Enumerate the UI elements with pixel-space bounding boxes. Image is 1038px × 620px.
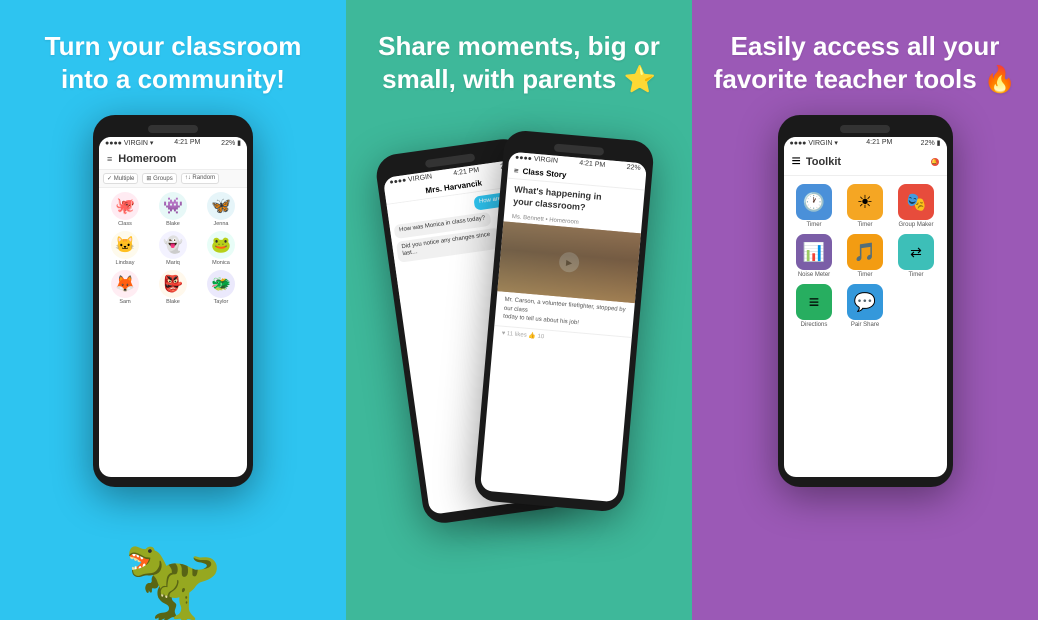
- panel1-phone-wrapper: ●●●● VIRGIN ▾ 4:21 PM 22% ▮ ≡ Homeroom ✓…: [83, 115, 263, 620]
- toolkit-header: ≡ Toolkit 🔔: [784, 149, 947, 176]
- student-monica[interactable]: 🐸 Monica: [199, 231, 243, 266]
- homeroom-title: Homeroom: [118, 153, 176, 165]
- tool-pair-share[interactable]: 💬 Pair Share: [843, 284, 888, 328]
- student-lindsay[interactable]: 🐱 Lindsay: [103, 231, 147, 266]
- toolkit-title: Toolkit: [806, 156, 841, 168]
- panel3-title: Easily access all your favorite teacher …: [714, 30, 1017, 95]
- student-name-lindsay: Lindsay: [116, 260, 135, 266]
- student-name-taylor: Taylor: [214, 299, 229, 305]
- homeroom-header: ≡ Homeroom: [99, 149, 247, 170]
- carrier: ●●●● VIRGIN ▾: [105, 139, 153, 147]
- tool-directions[interactable]: ≡ Directions: [792, 284, 837, 328]
- class-story-screen: ●●●● VIRGIN 4:21 PM 22% ≡ Class Story Wh…: [480, 152, 647, 503]
- time-p3: 4:21 PM: [866, 139, 892, 147]
- phone-notch: [148, 125, 198, 133]
- time: 4:21 PM: [174, 139, 200, 147]
- status-bar: ●●●● VIRGIN ▾ 4:21 PM 22% ▮: [99, 137, 247, 149]
- student-blake2[interactable]: 👺 Blake: [151, 270, 195, 305]
- battery-p3: 22% ▮: [921, 139, 941, 147]
- avatar-class: 🐙: [111, 192, 139, 220]
- avatar-taylor: 🐲: [207, 270, 235, 298]
- group-maker-icon: 🎭: [898, 184, 934, 220]
- avatar-lindsay: 🐱: [111, 231, 139, 259]
- avatar-blake1: 👾: [159, 192, 187, 220]
- panel1-phone: ●●●● VIRGIN ▾ 4:21 PM 22% ▮ ≡ Homeroom ✓…: [93, 115, 253, 487]
- timer2-label: Timer: [857, 222, 872, 228]
- panel1-title: Turn your classroom into a community!: [45, 30, 302, 95]
- pair-share-label: Pair Share: [851, 322, 879, 328]
- student-taylor[interactable]: 🐲 Taylor: [199, 270, 243, 305]
- timer2-icon: ☀: [847, 184, 883, 220]
- student-name-sam: Sam: [119, 299, 130, 305]
- timer4-label: Timer: [908, 272, 923, 278]
- menu-icon-front: ≡: [514, 166, 519, 175]
- post-image: ▶: [497, 222, 641, 304]
- student-grid: 🐙 Class 👾 Blake 🦋 Jenna 🐱 Lindsay: [99, 188, 247, 309]
- status-bar-p3: ●●●● VIRGIN ▾ 4:21 PM 22% ▮: [784, 137, 947, 149]
- timer3-label: Timer: [857, 272, 872, 278]
- toolkit-header-left: ≡ Toolkit: [792, 153, 842, 171]
- toolkit-screen: ●●●● VIRGIN ▾ 4:21 PM 22% ▮ ≡ Toolkit 🔔 …: [784, 137, 947, 477]
- avatar-blake2: 👺: [159, 270, 187, 298]
- tool-timer3[interactable]: 🎵 Timer: [843, 234, 888, 278]
- student-name-jenna: Jenna: [214, 221, 229, 227]
- student-blake1[interactable]: 👾 Blake: [151, 192, 195, 227]
- class-story-title: Class Story: [522, 167, 567, 180]
- group-maker-label: Group Maker: [898, 222, 933, 228]
- tool-timer4[interactable]: ⇄ Timer: [894, 234, 939, 278]
- student-name-mariq: Mariq: [166, 260, 180, 266]
- filter-bar: ✓ Multiple ⊞ Groups ↑↓ Random: [99, 170, 247, 188]
- directions-icon: ≡: [796, 284, 832, 320]
- phone-notch-front: [554, 143, 605, 155]
- filter-random[interactable]: ↑↓ Random: [181, 173, 219, 184]
- notification-dot: 🔔: [931, 158, 939, 166]
- directions-label: Directions: [801, 322, 828, 328]
- avatar-monica: 🐸: [207, 231, 235, 259]
- menu-icon: ≡: [107, 154, 112, 164]
- panel1-screen: ●●●● VIRGIN ▾ 4:21 PM 22% ▮ ≡ Homeroom ✓…: [99, 137, 247, 477]
- student-sam[interactable]: 🦊 Sam: [103, 270, 147, 305]
- student-jenna[interactable]: 🦋 Jenna: [199, 192, 243, 227]
- panel3-phone: ●●●● VIRGIN ▾ 4:21 PM 22% ▮ ≡ Toolkit 🔔 …: [778, 115, 953, 487]
- filter-groups[interactable]: ⊞ Groups: [142, 173, 176, 184]
- tool-timer1[interactable]: 🕐 Timer: [792, 184, 837, 228]
- panel2-title: Share moments, big or small, with parent…: [378, 30, 660, 95]
- time-front: 4:21 PM: [579, 160, 606, 169]
- filter-multiple[interactable]: ✓ Multiple: [103, 173, 138, 184]
- avatar-sam: 🦊: [111, 270, 139, 298]
- timer4-icon: ⇄: [898, 234, 934, 270]
- timer3-icon: 🎵: [847, 234, 883, 270]
- panel-toolkit: Easily access all your favorite teacher …: [692, 0, 1038, 620]
- battery: 22% ▮: [221, 139, 241, 147]
- student-name-blake1: Blake: [166, 221, 180, 227]
- tool-noise-meter[interactable]: 📊 Noise Meter: [792, 234, 837, 278]
- student-class[interactable]: 🐙 Class: [103, 192, 147, 227]
- panel2-phone-stack: ●●●● VIRGIN 4:21 PM 22% Mrs. Harvancik H…: [409, 115, 629, 515]
- avatar-mariq: 👻: [159, 231, 187, 259]
- noise-meter-label: Noise Meter: [798, 272, 830, 278]
- student-mariq[interactable]: 👻 Mariq: [151, 231, 195, 266]
- tool-timer2[interactable]: ☀ Timer: [843, 184, 888, 228]
- toolkit-grid: 🕐 Timer ☀ Timer 🎭 Group Maker 📊 Noise Me…: [784, 176, 947, 336]
- timer1-icon: 🕐: [796, 184, 832, 220]
- menu-icon-toolkit: ≡: [792, 153, 801, 171]
- timer1-label: Timer: [806, 222, 821, 228]
- panel-community: Turn your classroom into a community! ●●…: [0, 0, 346, 620]
- student-name-blake2: Blake: [166, 299, 180, 305]
- panel3-phone-wrapper: ●●●● VIRGIN ▾ 4:21 PM 22% ▮ ≡ Toolkit 🔔 …: [765, 115, 965, 620]
- tool-group-maker[interactable]: 🎭 Group Maker: [894, 184, 939, 228]
- student-name-monica: Monica: [212, 260, 230, 266]
- battery-front: 22%: [626, 164, 641, 172]
- carrier-p3: ●●●● VIRGIN ▾: [790, 139, 838, 147]
- phone-class-story: ●●●● VIRGIN 4:21 PM 22% ≡ Class Story Wh…: [473, 129, 655, 513]
- panel-share: Share moments, big or small, with parent…: [346, 0, 692, 620]
- pair-share-icon: 💬: [847, 284, 883, 320]
- avatar-jenna: 🦋: [207, 192, 235, 220]
- noise-meter-icon: 📊: [796, 234, 832, 270]
- phone-notch-p3: [840, 125, 890, 133]
- student-name-class: Class: [118, 221, 132, 227]
